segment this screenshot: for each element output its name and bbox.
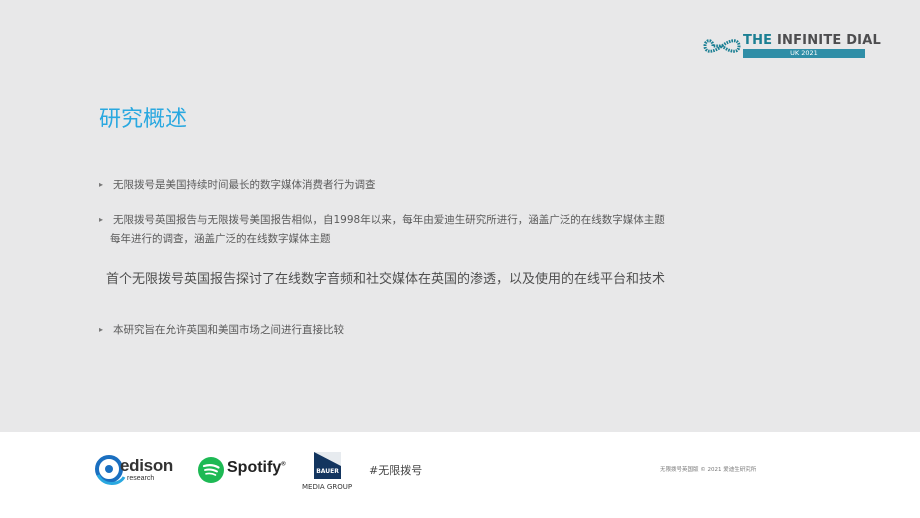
spotify-icon [198, 457, 224, 483]
bullet-text: 无限拨号是美国持续时间最长的数字媒体消费者行为调查 [113, 179, 376, 191]
spotify-registered-mark: ® [281, 461, 286, 468]
bullet-marker-icon: ▸ [99, 215, 104, 224]
infinite-dial-logo: THE INFINITE DIAL UK 2021 [703, 33, 881, 59]
copyright-text: 无限拨号英国版 © 2021 爱迪生研究所 [660, 467, 757, 473]
spotify-logo: Spotify® [198, 456, 288, 484]
bullet-text: 无限拨号英国报告与无限拨号美国报告相似，自1998年以来，每年由爱迪生研究所进行… [113, 214, 665, 226]
highlight-text: 首个无限拨号英国报告探讨了在线数字音频和社交媒体在英国的渗透，以及使用的在线平台… [106, 272, 666, 287]
edison-name: edison [120, 456, 173, 475]
bauer-subtitle: MEDIA GROUP [302, 483, 353, 491]
page-title: 研究概述 [99, 107, 188, 132]
bullet-marker-icon: ▸ [99, 180, 104, 189]
bauer-box: BAUER [314, 452, 341, 479]
bullet-text: 本研究旨在允许英国和美国市场之间进行直接比较 [113, 324, 344, 336]
infinity-icon [703, 39, 741, 53]
logo-title-part1: THE [743, 33, 777, 48]
logo-title: THE INFINITE DIAL [743, 33, 881, 48]
hashtag: #无限拨号 [369, 464, 423, 477]
bullet-text-continued: 每年进行的调查，涵盖广泛的在线数字媒体主题 [110, 233, 331, 245]
bullet-marker-icon: ▸ [99, 325, 104, 334]
edison-subtitle: research [127, 475, 155, 482]
logo-title-part2: INFINITE DIAL [776, 33, 881, 48]
spotify-name: Spotify® [227, 459, 286, 477]
bauer-box-label: BAUER [316, 468, 339, 475]
logo-subtitle: UK 2021 [743, 49, 865, 58]
edison-research-logo: edison research [94, 453, 176, 489]
spotify-wordmark: Spotify [227, 459, 282, 476]
bauer-media-logo: BAUER MEDIA GROUP [302, 452, 358, 494]
